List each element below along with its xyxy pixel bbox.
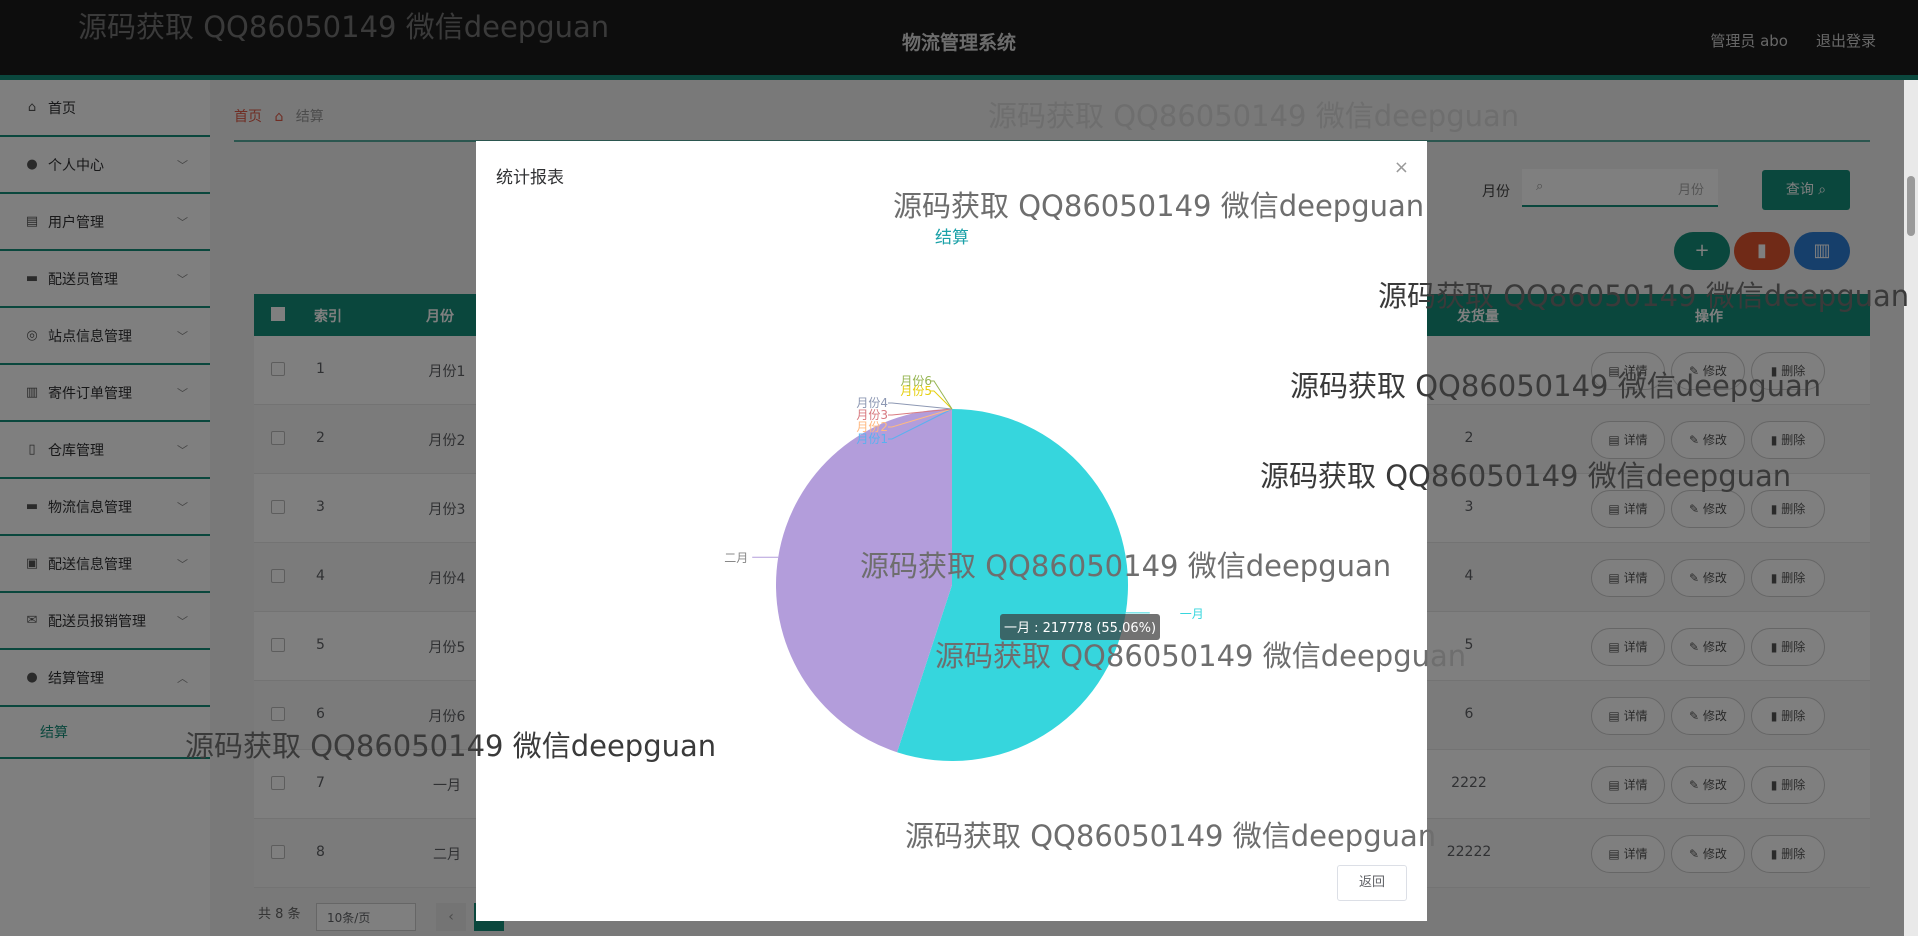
- pie-label: 月份1: [856, 432, 888, 446]
- watermark: 源码获取 QQ86050149 微信deepguan: [1260, 459, 1792, 493]
- pie-label: 月份2: [856, 420, 888, 434]
- watermark: 源码获取 QQ86050149 微信deepguan: [78, 10, 610, 44]
- watermark: 源码获取 QQ86050149 微信deepguan: [185, 729, 717, 763]
- pie-label-line: [888, 402, 953, 410]
- pie-label: 一月: [1180, 607, 1204, 621]
- pie-label: 二月: [724, 551, 748, 565]
- pie-label-line: [930, 380, 953, 410]
- watermark: 源码获取 QQ86050149 微信deepguan: [1378, 279, 1910, 313]
- chart-title: 结算: [935, 228, 969, 248]
- pie-label: 月份3: [856, 408, 888, 422]
- watermark: 源码获取 QQ86050149 微信deepguan: [905, 819, 1437, 853]
- pie-label-line: [930, 390, 953, 410]
- scrollbar[interactable]: [1904, 80, 1918, 936]
- pie-label: 月份4: [856, 396, 888, 410]
- watermark: 源码获取 QQ86050149 微信deepguan: [935, 639, 1467, 673]
- pie-chart: 结算一月二月月份1月份2月份3月份4月份5月份6一月 : 217778 (55.…: [724, 228, 1204, 761]
- scrollbar-thumb[interactable]: [1907, 176, 1915, 236]
- return-button[interactable]: 返回: [1337, 865, 1407, 901]
- watermark: 源码获取 QQ86050149 微信deepguan: [988, 99, 1520, 133]
- pie-label: 月份6: [900, 374, 932, 388]
- stats-dialog: 统计报表 × 结算 一月 二月 月份1 月份2 月份3 月份4 月份5 月份6 一月 : 2177…: [476, 141, 1427, 921]
- watermark: 源码获取 QQ86050149 微信deepguan: [860, 549, 1392, 583]
- watermark: 源码获取 QQ86050149 微信deepguan: [893, 189, 1425, 223]
- watermark: 源码获取 QQ86050149 微信deepguan: [1290, 369, 1822, 403]
